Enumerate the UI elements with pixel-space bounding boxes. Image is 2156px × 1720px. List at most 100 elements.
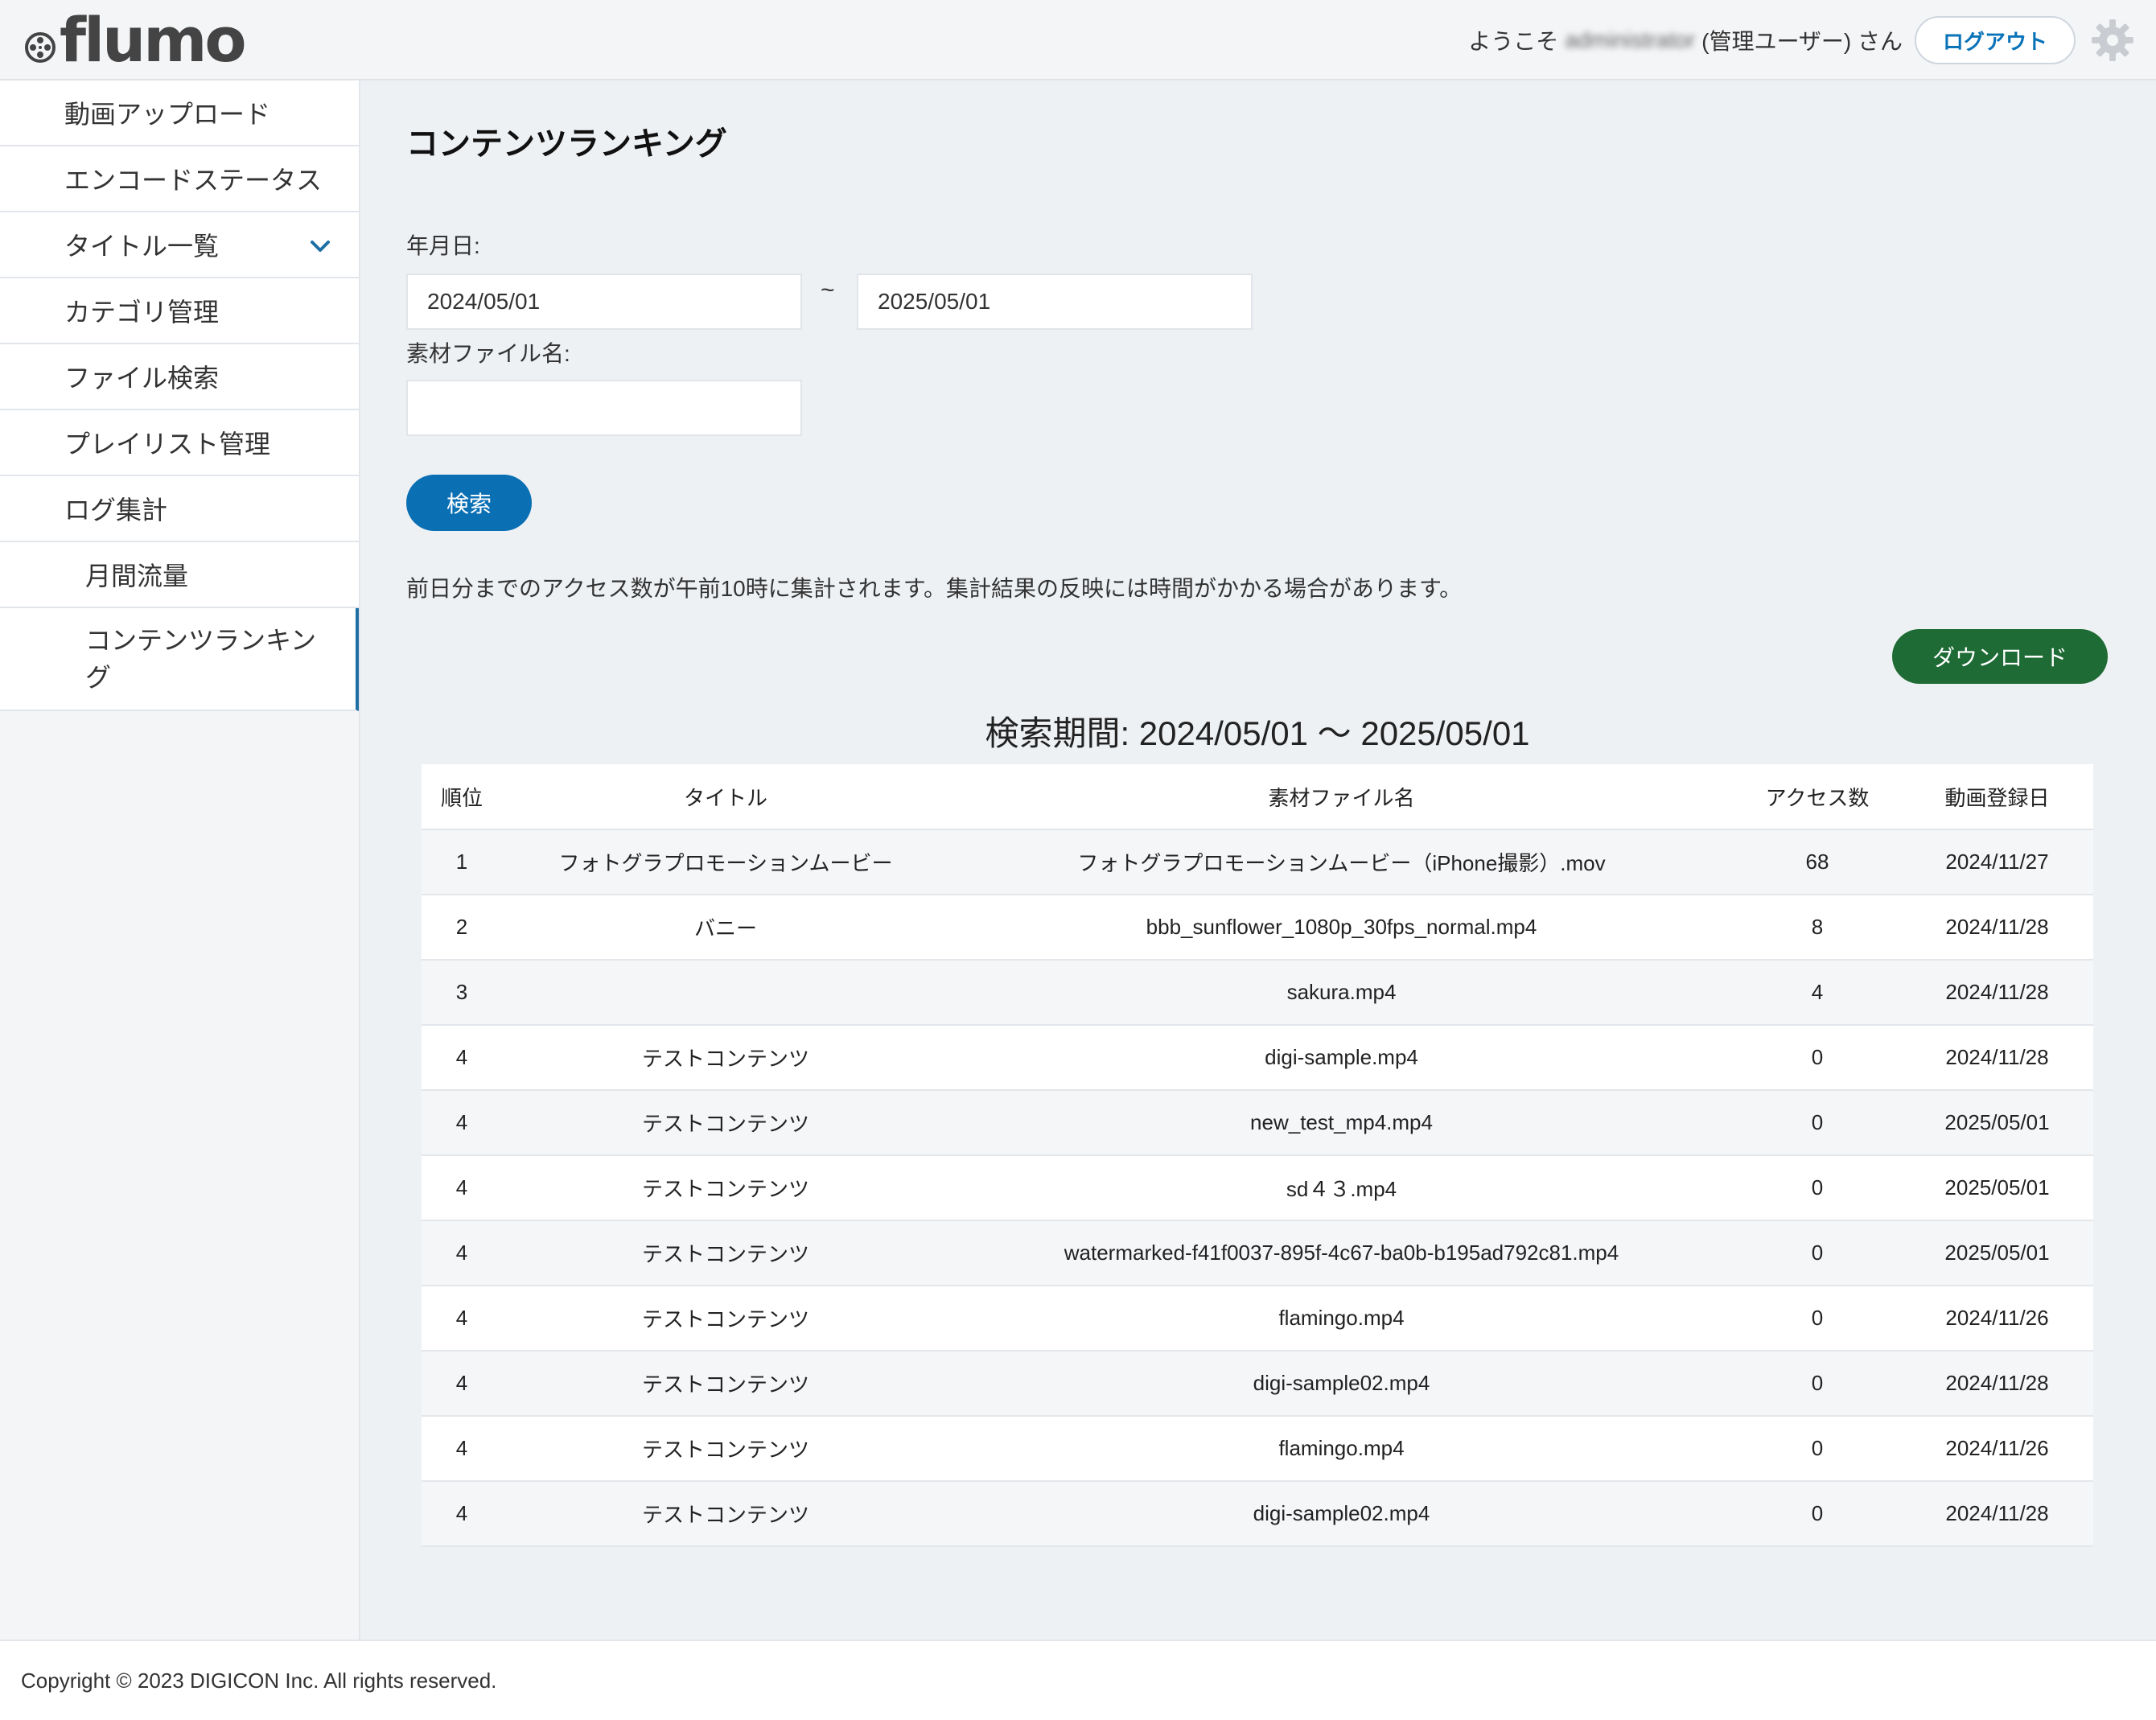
date-to-input[interactable]: 2025/05/01	[857, 274, 1253, 330]
cell-filename: digi-sample02.mp4	[949, 1481, 1734, 1547]
table-row: 4 テストコンテンツ flamingo.mp4 0 2024/11/26	[422, 1416, 2093, 1482]
filename-input[interactable]	[406, 380, 802, 436]
table-row: 4 テストコンテンツ digi-sample02.mp4 0 2024/11/2…	[422, 1351, 2093, 1417]
cell-registered-date: 2025/05/01	[1901, 1090, 2093, 1156]
sidebar-item-category-management[interactable]: カテゴリ管理	[0, 278, 359, 344]
table-row: 4 テストコンテンツ digi-sample.mp4 0 2024/11/28	[422, 1025, 2093, 1091]
column-header-title: タイトル	[502, 764, 949, 830]
cell-title: バニー	[502, 895, 949, 961]
cell-access-count: 0	[1734, 1090, 1901, 1156]
sidebar-item-label: タイトル一覧	[64, 232, 220, 261]
page-title: コンテンツランキング	[406, 126, 727, 162]
sidebar-item-monthly-traffic[interactable]: 月間流量	[0, 542, 359, 608]
username: administrator	[1565, 27, 1696, 52]
welcome-suffix: (管理ユーザー) さん	[1701, 29, 1903, 54]
table-row: 3 sakura.mp4 4 2024/11/28	[422, 960, 2093, 1026]
cell-title: フォトグラプロモーションムービー	[502, 829, 949, 895]
header: flumo ようこそ administrator (管理ユーザー) さん ログア…	[0, 0, 2156, 80]
table-row: 4 テストコンテンツ watermarked-f41f0037-895f-4c6…	[422, 1220, 2093, 1286]
cell-registered-date: 2024/11/28	[1901, 1351, 2093, 1417]
cell-registered-date: 2025/05/01	[1901, 1220, 2093, 1286]
aggregation-notice: 前日分までのアクセス数が午前10時に集計されます。集計結果の反映には時間がかかる…	[406, 576, 1463, 601]
welcome-prefix: ようこそ	[1468, 29, 1559, 54]
column-header-registered-date: 動画登録日	[1901, 764, 2093, 830]
sidebar-item-title-list[interactable]: タイトル一覧	[0, 212, 359, 278]
cell-access-count: 4	[1734, 960, 1901, 1026]
date-from-input[interactable]: 2024/05/01	[406, 274, 802, 330]
sidebar-item-content-ranking[interactable]: コンテンツランキング	[0, 608, 359, 711]
cell-filename: bbb_sunflower_1080p_30fps_normal.mp4	[949, 895, 1734, 961]
sidebar-item-file-search[interactable]: ファイル検索	[0, 344, 359, 410]
main-content: コンテンツランキング 年月日: 2024/05/01 ~ 2025/05/01 …	[362, 80, 2156, 1640]
sidebar-item-encode-status[interactable]: エンコードステータス	[0, 146, 359, 212]
sidebar: 動画アップロード エンコードステータス タイトル一覧 カテゴリ管理 ファイル検索…	[0, 80, 360, 1640]
ranking-table: 順位 タイトル 素材ファイル名 アクセス数 動画登録日 1 フォトグラプロモーシ…	[422, 764, 2093, 1547]
cell-access-count: 0	[1734, 1155, 1901, 1221]
download-button[interactable]: ダウンロード	[1892, 629, 2108, 684]
sidebar-item-label: ファイル検索	[64, 364, 220, 393]
cell-filename: flamingo.mp4	[949, 1416, 1734, 1482]
sidebar-item-log-aggregation[interactable]: ログ集計	[0, 476, 359, 542]
cell-rank: 4	[422, 1025, 502, 1091]
cell-registered-date: 2024/11/28	[1901, 1025, 2093, 1091]
cell-title: テストコンテンツ	[502, 1025, 949, 1091]
date-range-separator: ~	[821, 277, 835, 303]
welcome-message: ようこそ administrator (管理ユーザー) さん	[1468, 24, 1903, 56]
cell-title: テストコンテンツ	[502, 1286, 949, 1352]
date-label: 年月日:	[406, 233, 480, 258]
cell-title: テストコンテンツ	[502, 1155, 949, 1221]
table-row: 4 テストコンテンツ digi-sample02.mp4 0 2024/11/2…	[422, 1481, 2093, 1547]
sidebar-item-label: プレイリスト管理	[64, 430, 271, 459]
cell-rank: 4	[422, 1351, 502, 1417]
column-header-access-count: アクセス数	[1734, 764, 1901, 830]
film-reel-icon	[25, 32, 56, 63]
cell-rank: 2	[422, 895, 502, 961]
search-button[interactable]: 検索	[406, 475, 532, 531]
cell-registered-date: 2025/05/01	[1901, 1155, 2093, 1221]
search-period: 検索期間: 2024/05/01 〜 2025/05/01	[985, 714, 1530, 752]
cell-rank: 4	[422, 1416, 502, 1482]
sidebar-item-label: 動画アップロード	[64, 100, 271, 129]
cell-filename: digi-sample02.mp4	[949, 1351, 1734, 1417]
gear-icon[interactable]	[2090, 18, 2135, 63]
cell-access-count: 68	[1734, 829, 1901, 895]
chevron-down-icon[interactable]	[309, 235, 331, 257]
column-header-rank: 順位	[422, 764, 502, 830]
cell-rank: 4	[422, 1090, 502, 1156]
table-row: 4 テストコンテンツ flamingo.mp4 0 2024/11/26	[422, 1286, 2093, 1352]
table-header-row: 順位 タイトル 素材ファイル名 アクセス数 動画登録日	[422, 764, 2093, 830]
cell-title: テストコンテンツ	[502, 1090, 949, 1156]
logo-text: flumo	[60, 4, 247, 76]
cell-filename: flamingo.mp4	[949, 1286, 1734, 1352]
sidebar-item-label: カテゴリ管理	[64, 298, 220, 327]
cell-access-count: 0	[1734, 1351, 1901, 1417]
cell-filename: digi-sample.mp4	[949, 1025, 1734, 1091]
table-row: 2 バニー bbb_sunflower_1080p_30fps_normal.m…	[422, 895, 2093, 961]
logout-button[interactable]: ログアウト	[1915, 16, 2076, 64]
sidebar-item-label: エンコードステータス	[64, 166, 323, 195]
cell-registered-date: 2024/11/28	[1901, 960, 2093, 1026]
cell-registered-date: 2024/11/28	[1901, 1481, 2093, 1547]
sidebar-item-label: コンテンツランキング	[85, 626, 317, 692]
sidebar-item-label: ログ集計	[64, 496, 168, 525]
cell-rank: 1	[422, 829, 502, 895]
cell-access-count: 0	[1734, 1286, 1901, 1352]
cell-rank: 4	[422, 1481, 502, 1547]
cell-registered-date: 2024/11/28	[1901, 895, 2093, 961]
cell-access-count: 0	[1734, 1025, 1901, 1091]
cell-filename: フォトグラプロモーションムービー（iPhone撮影）.mov	[949, 829, 1734, 895]
cell-access-count: 0	[1734, 1416, 1901, 1482]
cell-filename: watermarked-f41f0037-895f-4c67-ba0b-b195…	[949, 1220, 1734, 1286]
sidebar-item-label: 月間流量	[85, 562, 189, 590]
cell-access-count: 0	[1734, 1481, 1901, 1547]
sidebar-item-video-upload[interactable]: 動画アップロード	[0, 80, 359, 146]
cell-rank: 4	[422, 1220, 502, 1286]
column-header-filename: 素材ファイル名	[949, 764, 1734, 830]
copyright-text: Copyright © 2023 DIGICON Inc. All rights…	[21, 1668, 497, 1693]
cell-filename: new_test_mp4.mp4	[949, 1090, 1734, 1156]
sidebar-item-playlist-management[interactable]: プレイリスト管理	[0, 410, 359, 476]
table-row: 1 フォトグラプロモーションムービー フォトグラプロモーションムービー（iPho…	[422, 829, 2093, 895]
cell-rank: 3	[422, 960, 502, 1026]
logo[interactable]: flumo	[24, 4, 247, 76]
cell-title: テストコンテンツ	[502, 1220, 949, 1286]
